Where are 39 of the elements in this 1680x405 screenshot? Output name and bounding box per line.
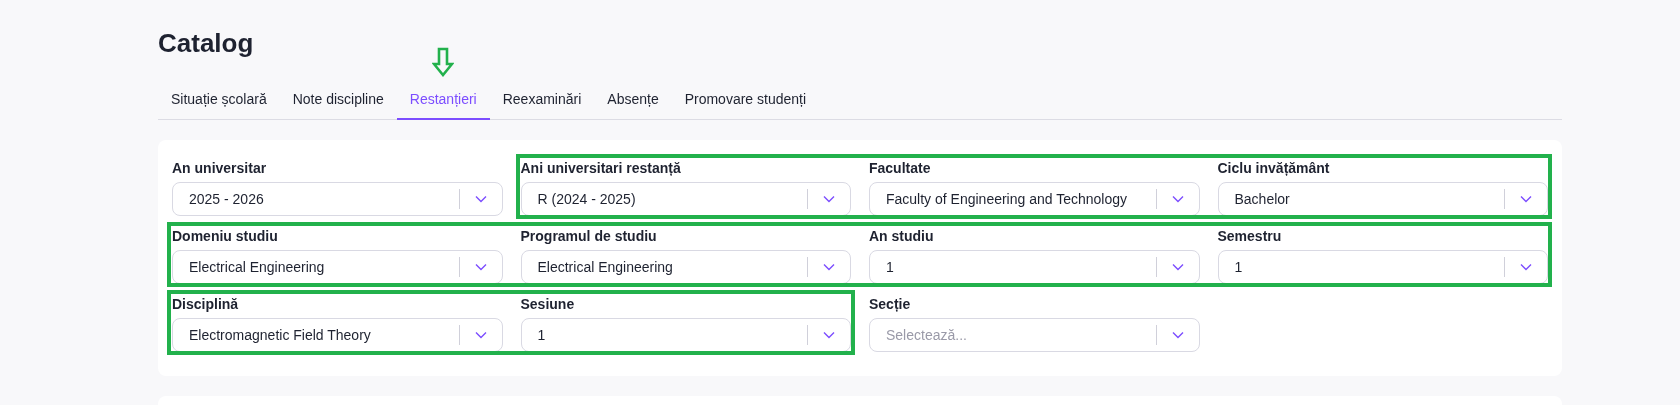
select-field[interactable]: Bachelor	[1217, 182, 1548, 217]
select-field[interactable]: Faculty of Engineering and Technology	[869, 182, 1200, 217]
field-label: Ani universitari restanță	[520, 159, 681, 179]
chevron-down-icon	[1520, 195, 1532, 204]
chevron-down-icon	[823, 331, 835, 340]
chevron-down-icon	[823, 263, 835, 272]
select-field[interactable]: Electrical Engineering	[520, 250, 851, 285]
field-label: Semestru	[1217, 227, 1282, 247]
select-field[interactable]: 1	[869, 250, 1200, 285]
field-label: Disciplină	[172, 295, 239, 315]
select-field[interactable]: R (2024 - 2025)	[520, 182, 851, 217]
page-title: Catalog	[158, 28, 255, 60]
field-label: Domeniu studiu	[172, 227, 278, 247]
select-field[interactable]: 1	[520, 318, 851, 353]
select-field[interactable]: Electrical Engineering	[172, 250, 503, 285]
tab[interactable]: Restanțieri	[396, 83, 490, 121]
field-label: Secție	[869, 295, 911, 315]
field-label: Ciclu invățământ	[1217, 159, 1330, 179]
chevron-down-icon	[1171, 263, 1184, 272]
field-label: Facultate	[869, 159, 931, 179]
tab[interactable]: Situație școlară	[158, 83, 280, 121]
select-field[interactable]: 1	[1217, 250, 1548, 285]
select-field[interactable]: Electromagnetic Field Theory	[172, 318, 503, 353]
tab[interactable]: Promovare studenți	[671, 83, 820, 121]
field-label: Sesiune	[520, 295, 575, 315]
chevron-down-icon	[474, 331, 487, 340]
select-field[interactable]: 2025 - 2026	[172, 182, 503, 217]
tab[interactable]: Absențe	[594, 83, 672, 121]
chevron-down-icon	[474, 195, 487, 204]
chevron-down-icon	[1520, 263, 1532, 272]
field-label: An universitar	[172, 159, 267, 179]
chevron-down-icon	[474, 263, 487, 272]
tab[interactable]: Note discipline	[279, 83, 397, 121]
tab[interactable]: Reexaminări	[489, 83, 595, 121]
field-label: An studiu	[869, 227, 934, 247]
chevron-down-icon	[1171, 195, 1184, 204]
chevron-down-icon	[1171, 331, 1184, 340]
chevron-down-icon	[823, 195, 835, 204]
field-label: Programul de studiu	[520, 227, 657, 247]
